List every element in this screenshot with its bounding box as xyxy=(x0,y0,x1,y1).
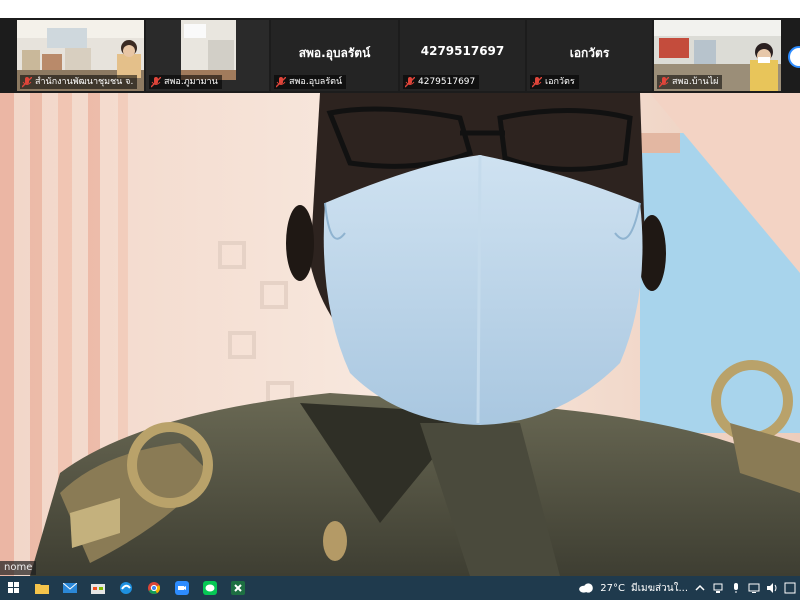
participant-label-3: สพอ.อุบลรัตน์ xyxy=(274,75,347,89)
cloud-icon xyxy=(579,583,594,593)
chrome-icon[interactable] xyxy=(146,580,162,596)
mic-muted-icon xyxy=(151,76,161,87)
zoom-icon[interactable] xyxy=(174,580,190,596)
edge-icon[interactable] xyxy=(118,580,134,596)
chevron-up-icon[interactable] xyxy=(694,582,706,594)
volume-icon[interactable] xyxy=(766,582,778,594)
store-icon[interactable] xyxy=(90,580,106,596)
mic-muted-icon xyxy=(659,76,669,87)
participant-label-4: 4279517697 xyxy=(403,75,480,89)
mic-muted-icon xyxy=(405,76,415,87)
language-icon[interactable] xyxy=(784,582,796,594)
participant-tile-4[interactable]: 4279517697 4279517697 xyxy=(400,20,525,91)
mic-muted-icon xyxy=(276,76,286,87)
participant-tile-1[interactable]: สำนักงานพัฒนาชุมชน จ. xyxy=(17,20,144,91)
display-icon[interactable] xyxy=(748,582,760,594)
speaker-video-frame xyxy=(0,93,800,576)
gallery-next-button[interactable] xyxy=(788,46,800,68)
participant-name: สพอ.อุบลรัตน์ xyxy=(298,46,371,60)
excel-icon[interactable] xyxy=(230,580,246,596)
participant-name: 4279517697 xyxy=(420,44,505,58)
windows-taskbar: 27°C มีเมฆส่วนใ... xyxy=(0,576,800,600)
speaker-name-tag: nome xyxy=(0,561,37,575)
participant-tile-3[interactable]: สพอ.อุบลรัตน์ สพอ.อุบลรัตน์ xyxy=(271,20,398,91)
mic-muted-icon xyxy=(532,76,542,87)
participant-label-6: สพอ.บ้านไผ่ xyxy=(657,75,723,89)
line-icon[interactable] xyxy=(202,580,218,596)
participant-label-2: สพอ.ภูมามาน xyxy=(149,75,222,89)
system-tray: 27°C มีเมฆส่วนใ... xyxy=(578,576,800,600)
participant-tile-2[interactable]: สพอ.ภูมามาน xyxy=(146,20,269,91)
weather-text[interactable]: มีเมฆส่วนใ... xyxy=(631,581,688,596)
start-icon[interactable] xyxy=(6,580,22,596)
active-speaker-video xyxy=(0,93,800,576)
microphone-icon[interactable] xyxy=(730,582,742,594)
participant-tile-6[interactable]: สพอ.บ้านไผ่ xyxy=(654,20,781,91)
mail-icon[interactable] xyxy=(62,580,78,596)
participant-label-5: เอกวัตร xyxy=(530,75,579,89)
weather-temp[interactable]: 27°C xyxy=(600,583,625,594)
file-explorer-icon[interactable] xyxy=(34,580,50,596)
participant-tile-5[interactable]: เอกวัตร เอกวัตร xyxy=(527,20,652,91)
participant-name: เอกวัตร xyxy=(569,46,610,60)
participant-label-1: สำนักงานพัฒนาชุมชน จ. xyxy=(20,75,138,89)
network-icon[interactable] xyxy=(712,582,724,594)
window-top-strip xyxy=(0,0,800,18)
participant-gallery: สำนักงานพัฒนาชุมชน จ. สพอ.ภูมามาน สพอ.อุ… xyxy=(0,18,800,93)
mic-muted-icon xyxy=(22,76,32,87)
